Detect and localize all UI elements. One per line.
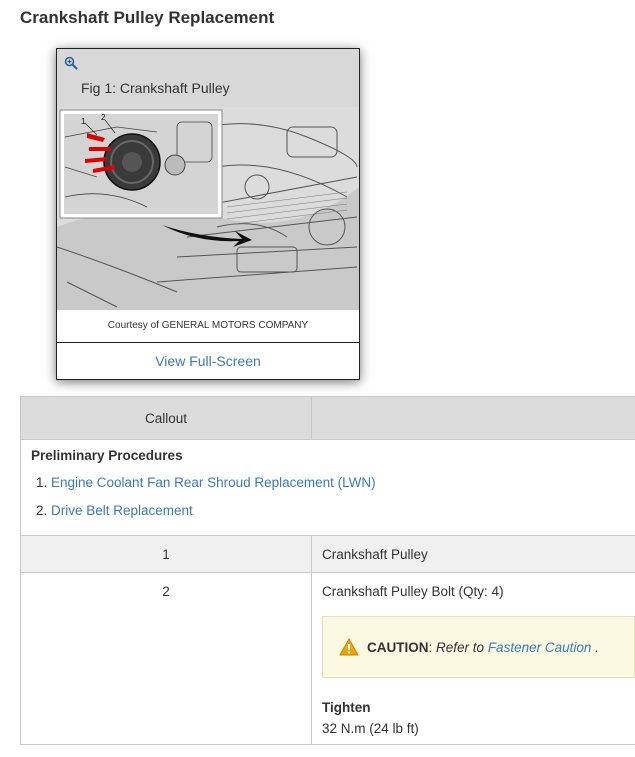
preliminary-procedures-title: Preliminary Procedures [31,448,183,463]
figure-image[interactable]: 1 2 [57,107,359,310]
component-name: Crankshaft Pulley Bolt (Qty: 4) [322,584,504,599]
figure-header: Fig 1: Crankshaft Pulley [57,49,359,107]
preliminary-procedures-list: Engine Coolant Fan Rear Shroud Replaceme… [31,469,625,525]
list-item: Drive Belt Replacement [51,497,625,525]
fastener-caution-link[interactable]: Fastener Caution [488,640,592,655]
view-full-screen-link[interactable]: View Full-Screen [57,343,359,379]
table-row: 1 Crankshaft Pulley [20,535,635,573]
table-row: 2 Crankshaft Pulley Bolt (Qty: 4) CAUTIO… [20,572,635,745]
figure-credit: Courtesy of GENERAL MOTORS COMPANY [57,310,359,343]
torque-value: 32 N.m (24 lb ft) [322,721,419,736]
callout-number: 2 [20,572,312,745]
procedure-link-coolant-fan-shroud[interactable]: Engine Coolant Fan Rear Shroud Replaceme… [51,475,376,490]
component-name: Crankshaft Pulley [311,535,635,573]
zoom-in-icon[interactable] [64,56,78,70]
procedure-link-drive-belt[interactable]: Drive Belt Replacement [51,503,193,518]
caution-text: Refer to [436,639,485,655]
callout-column-header: Callout [20,396,312,440]
procedure-table: Callout Preliminary Procedures Engine Co… [20,396,635,745]
engine-illustration: 1 2 [57,107,359,310]
preliminary-procedures-row: Preliminary Procedures Engine Coolant Fa… [20,439,635,536]
warning-icon [339,638,359,656]
component-column-header [311,396,635,440]
figure-panel: Fig 1: Crankshaft Pulley 1 2 Courtesy of… [56,48,360,380]
table-header-row: Callout [20,396,635,440]
caution-end: . [595,639,599,655]
tighten-label: Tighten [322,700,371,715]
figure-caption: Fig 1: Crankshaft Pulley [81,80,230,96]
callout-label-2: 2 [101,113,106,122]
caution-label: CAUTION [367,639,429,655]
component-details: Crankshaft Pulley Bolt (Qty: 4) CAUTION:… [311,572,635,745]
caution-box: CAUTION: Refer to Fastener Caution . [322,616,635,678]
list-item: Engine Coolant Fan Rear Shroud Replaceme… [51,469,625,497]
callout-number: 1 [20,535,312,573]
page-title: Crankshaft Pulley Replacement [20,8,275,27]
callout-label-1: 1 [81,117,86,126]
